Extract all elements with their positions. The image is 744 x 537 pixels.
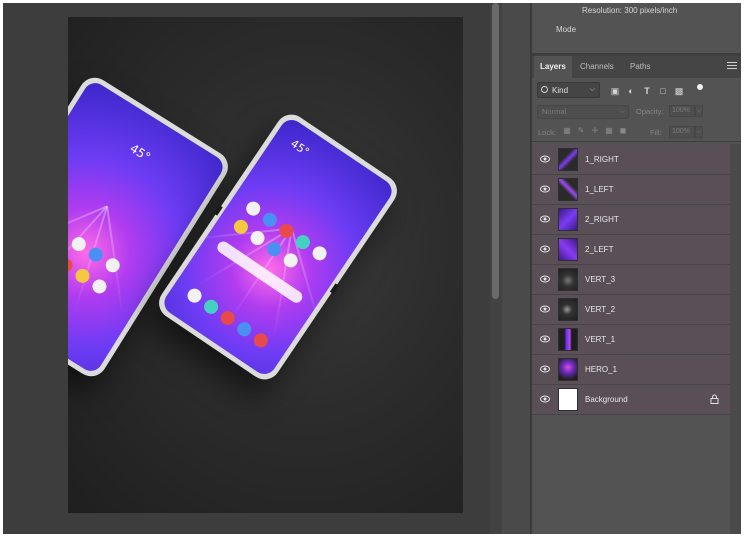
document-image[interactable]: 45° 45° (68, 17, 463, 513)
layers-scrollbar[interactable] (730, 144, 741, 534)
panel-tabs: Layers Channels Paths (532, 56, 741, 78)
fill-label: Fill: (650, 128, 662, 137)
layer-thumbnail (558, 328, 578, 351)
adjustment-filter-icon[interactable]: ◐ (626, 86, 636, 96)
layer-filter-row: Kind ⌵ ▣ ◐ T □ ▩ (532, 78, 741, 102)
layer-row[interactable]: 1_RIGHT (532, 145, 730, 175)
fill-field[interactable]: 100% (669, 126, 695, 138)
layer-row[interactable]: HERO_1 (532, 355, 730, 385)
layer-row[interactable]: 2_LEFT (532, 235, 730, 265)
lock-position-icon[interactable]: ✛ (590, 126, 600, 136)
layer-thumbnail (558, 148, 578, 171)
layer-row[interactable]: VERT_3 (532, 265, 730, 295)
layer-thumbnail (558, 208, 578, 231)
layer-thumbnail (558, 388, 578, 411)
type-filter-icon[interactable]: T (642, 86, 652, 96)
opacity-field[interactable]: 100% (669, 105, 695, 117)
blend-mode-value: Normal (542, 107, 567, 116)
opacity-label: Opacity: (636, 107, 664, 116)
opacity-dropdown-icon[interactable]: ⌵ (695, 105, 703, 117)
blend-row: Normal ⌵ Opacity: 100% ⌵ (532, 102, 741, 122)
visibility-eye-icon[interactable] (540, 185, 550, 193)
tab-paths[interactable]: Paths (624, 56, 656, 78)
layer-name[interactable]: 2_LEFT (585, 245, 613, 254)
visibility-eye-icon[interactable] (540, 215, 550, 223)
phone-left-temp: 45° (127, 141, 153, 165)
tab-layers[interactable]: Layers (534, 56, 572, 78)
kind-filter-select[interactable]: Kind ⌵ (537, 82, 600, 98)
mode-label: Mode (556, 25, 577, 34)
filter-toggle-switch[interactable] (697, 84, 703, 90)
blend-mode-select[interactable]: Normal ⌵ (537, 105, 629, 119)
layer-thumbnail (558, 238, 578, 261)
layer-row[interactable]: Background (532, 385, 730, 415)
chevron-down-icon: ⌵ (589, 86, 595, 93)
layers-panel: Resolution: 300 pixels/inch Mode Layers … (532, 3, 741, 534)
tab-channels[interactable]: Channels (574, 56, 620, 78)
layer-row[interactable]: 1_LEFT (532, 175, 730, 205)
canvas-area[interactable]: 45° 45° (3, 3, 490, 534)
layer-thumbnail (558, 178, 578, 201)
layer-thumbnail (558, 298, 578, 321)
smart-object-filter-icon[interactable]: ▩ (674, 86, 684, 96)
canvas-scroll-thumb[interactable] (492, 3, 499, 299)
phone-search-bar (215, 239, 305, 306)
layer-name[interactable]: HERO_1 (585, 365, 617, 374)
lock-label: Lock: (538, 128, 556, 137)
layer-name[interactable]: VERT_3 (585, 275, 615, 284)
layer-name[interactable]: VERT_1 (585, 335, 615, 344)
phone-main-temp: 45° (288, 136, 312, 159)
layer-thumbnail (558, 268, 578, 291)
resolution-text: Resolution: 300 pixels/inch (582, 6, 678, 15)
visibility-eye-icon[interactable] (540, 305, 550, 313)
visibility-eye-icon[interactable] (540, 155, 550, 163)
kind-filter-label: Kind (552, 86, 569, 95)
document-info: Resolution: 300 pixels/inch Mode (532, 3, 741, 53)
layer-name[interactable]: 2_RIGHT (585, 215, 619, 224)
fill-dropdown-icon[interactable]: ⌵ (695, 126, 703, 138)
visibility-eye-icon[interactable] (540, 335, 550, 343)
lock-paint-icon[interactable]: ✎ (576, 126, 586, 136)
panel-dock-gutter (502, 3, 530, 534)
layer-name[interactable]: Background (585, 395, 628, 404)
panel-menu-icon[interactable] (727, 62, 737, 70)
lock-all-icon[interactable]: ◼ (618, 126, 628, 136)
search-icon (541, 86, 548, 93)
chevron-down-icon: ⌵ (619, 108, 625, 115)
layer-row[interactable]: VERT_2 (532, 295, 730, 325)
visibility-eye-icon[interactable] (540, 245, 550, 253)
lock-icon (710, 394, 719, 404)
layer-name[interactable]: 1_RIGHT (585, 155, 619, 164)
lock-artboard-icon[interactable]: ▦ (604, 126, 614, 136)
layer-name[interactable]: VERT_2 (585, 305, 615, 314)
layer-name[interactable]: 1_LEFT (585, 185, 613, 194)
photoshop-window: 45° 45° Resolution: 300 pixels/inch Mode… (3, 3, 741, 534)
layers-empty-area[interactable] (532, 415, 730, 534)
layer-thumbnail (558, 358, 578, 381)
visibility-eye-icon[interactable] (540, 275, 550, 283)
layer-row[interactable]: VERT_1 (532, 325, 730, 355)
visibility-eye-icon[interactable] (540, 395, 550, 403)
shape-filter-icon[interactable]: □ (658, 86, 668, 96)
visibility-eye-icon[interactable] (540, 365, 550, 373)
lock-transparent-icon[interactable]: ▦ (562, 126, 572, 136)
image-filter-icon[interactable]: ▣ (610, 86, 620, 96)
lock-row: Lock: ▦ ✎ ✛ ▦ ◼ Fill: 100% ⌵ (532, 122, 741, 142)
layer-row[interactable]: 2_RIGHT (532, 205, 730, 235)
